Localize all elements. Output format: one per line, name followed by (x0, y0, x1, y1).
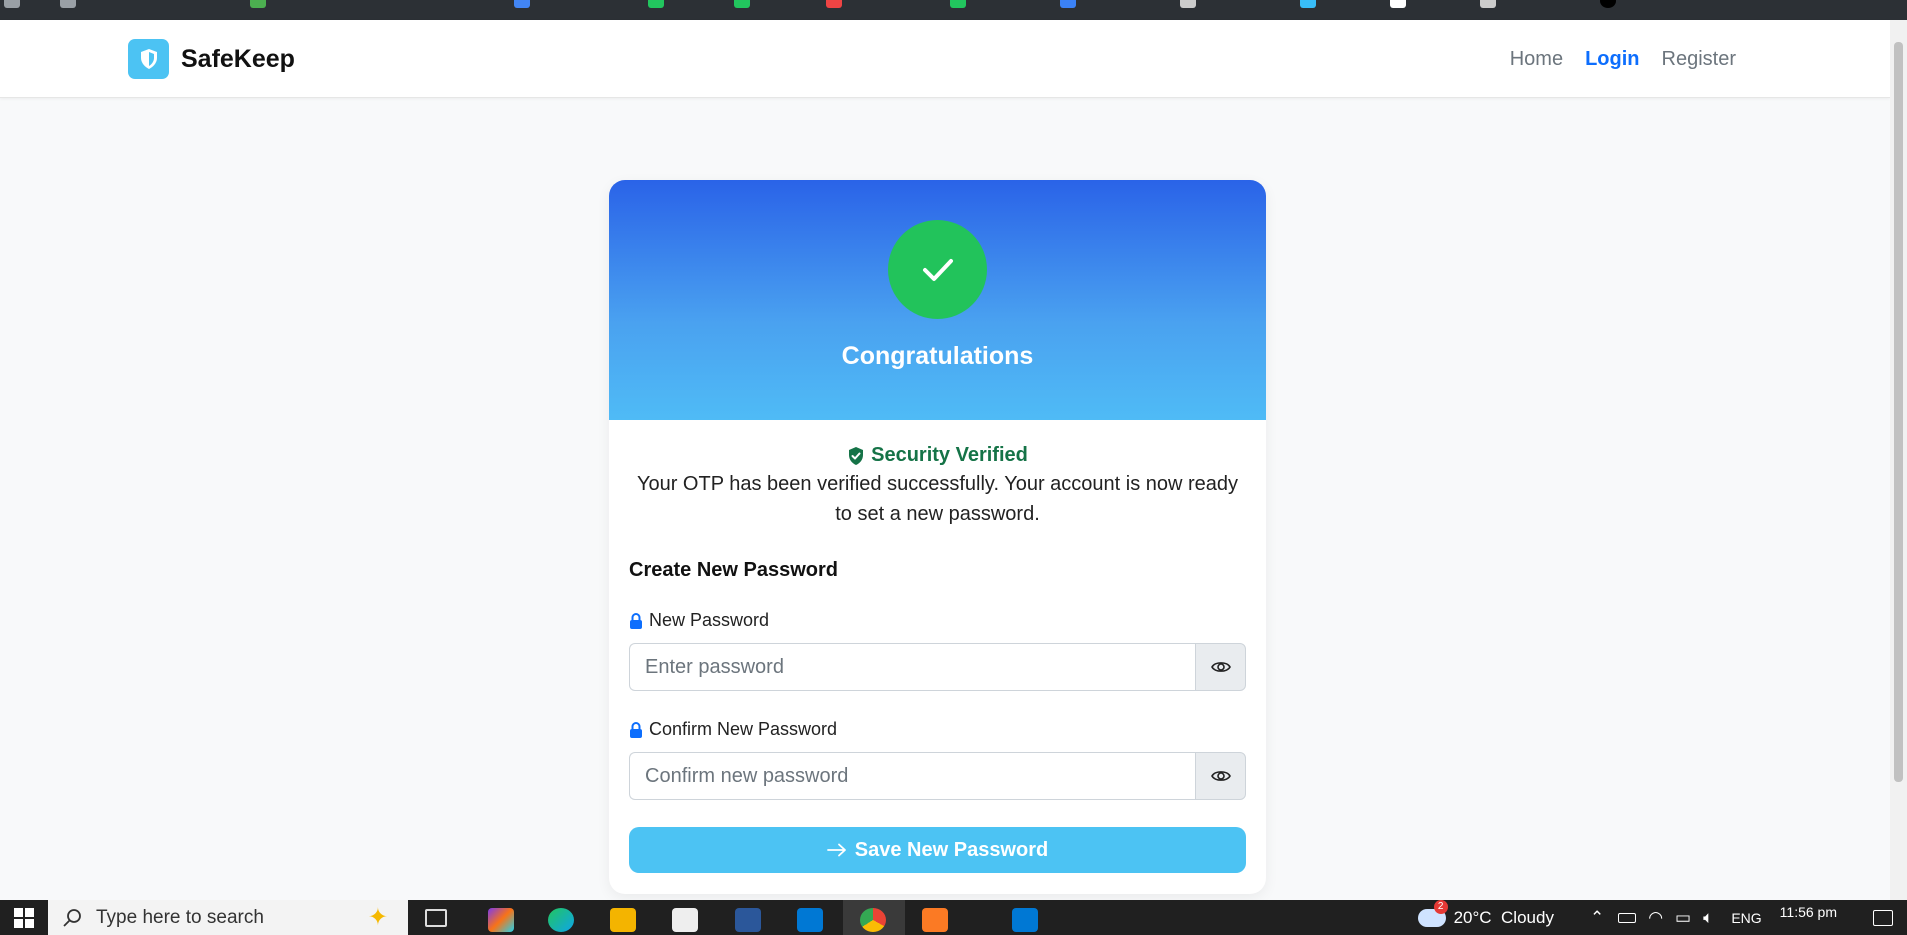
battery-icon[interactable] (1618, 912, 1637, 923)
copilot-icon[interactable] (488, 908, 514, 932)
nav-link-home[interactable]: Home (1510, 48, 1563, 71)
copilot-sparkle-icon: ✦ (367, 904, 388, 931)
bookmark-icon[interactable] (950, 0, 966, 8)
search-icon (63, 908, 81, 927)
confirm-password-label: Confirm New Password (629, 719, 1266, 740)
new-password-input[interactable]: Enter password (629, 643, 1195, 691)
card-header: Congratulations (609, 180, 1266, 420)
page-scrollbar[interactable] (1890, 20, 1907, 900)
edge-icon[interactable] (548, 908, 574, 932)
bookmark-icon[interactable] (826, 0, 842, 8)
vscode-icon[interactable] (1012, 908, 1038, 932)
toggle-visibility-button[interactable] (1195, 752, 1246, 800)
new-password-label: New Password (629, 610, 1266, 631)
clock[interactable]: 11:56 pm (1780, 904, 1837, 920)
verified-message: Your OTP has been verified successfully.… (636, 473, 1239, 525)
system-tray: 2 20°C Cloudy ⌃ ◠ ▭ 🔈︎ ENG 11:56 pm (1417, 899, 1907, 935)
bookmark-icon[interactable] (250, 0, 266, 8)
save-button-label: Save New Password (854, 838, 1049, 861)
new-password-label-text: New Password (649, 610, 770, 630)
section-title: Create New Password (629, 559, 838, 581)
bookmark-icon[interactable] (1480, 0, 1496, 8)
card-title: Congratulations (841, 342, 1034, 370)
task-view-icon[interactable] (425, 909, 447, 927)
brand[interactable]: SafeKeep (128, 39, 295, 79)
file-explorer-icon[interactable] (610, 908, 636, 932)
windows-icon (14, 907, 34, 928)
nav-links: Home Login Register (1510, 48, 1736, 71)
start-button[interactable] (0, 900, 48, 935)
bookmark-icon[interactable] (1300, 0, 1316, 8)
outlook-icon[interactable] (797, 908, 823, 932)
eye-icon (1210, 662, 1231, 672)
lock-icon (630, 721, 642, 738)
success-check-icon (888, 220, 987, 319)
nav-link-register[interactable]: Register (1662, 48, 1736, 71)
security-verified-heading: Security Verified (609, 444, 1266, 467)
confirm-password-label-text: Confirm New Password (649, 719, 838, 739)
eye-icon (1210, 771, 1231, 781)
bookmarks-bar (0, 0, 1907, 20)
save-password-button[interactable]: Save New Password (629, 827, 1246, 873)
wifi-icon[interactable]: ◠ (1648, 908, 1663, 928)
taskbar-search[interactable]: Type here to search ✦ (48, 900, 408, 935)
chrome-icon[interactable] (860, 908, 886, 932)
password-reset-card: Congratulations Security Verified Your O… (609, 180, 1266, 894)
bookmark-icon[interactable] (734, 0, 750, 8)
bookmark-icon[interactable] (1600, 0, 1616, 8)
arrow-right-icon (826, 843, 846, 857)
verified-label: Security Verified (871, 444, 1028, 466)
toggle-visibility-button[interactable] (1195, 643, 1246, 691)
scrollbar-thumb[interactable] (1894, 42, 1903, 782)
bookmark-icon[interactable] (60, 0, 76, 8)
xampp-icon[interactable] (922, 908, 948, 932)
bookmark-icon[interactable] (514, 0, 530, 8)
windows-taskbar: Type here to search ✦ 2 20°C Cloudy ⌃ ◠ … (0, 899, 1907, 935)
weather-cloud-icon[interactable]: 2 (1417, 899, 1448, 927)
bookmark-icon[interactable] (4, 0, 20, 8)
lock-icon (630, 612, 642, 629)
confirm-password-group: Confirm new password (629, 752, 1246, 800)
brand-name: SafeKeep (181, 44, 295, 73)
weather-text[interactable]: 20°C Cloudy (1454, 908, 1554, 928)
notifications-icon[interactable] (1873, 909, 1893, 926)
meet-now-icon[interactable]: ▭ (1675, 908, 1691, 928)
top-navbar: SafeKeep Home Login Register (0, 20, 1890, 98)
bookmark-icon[interactable] (1390, 0, 1406, 8)
weather-badge: 2 (1433, 899, 1448, 914)
chevron-up-icon[interactable]: ⌃ (1590, 908, 1604, 928)
bookmark-icon[interactable] (1060, 0, 1076, 8)
store-icon[interactable] (672, 908, 698, 932)
new-password-group: Enter password (629, 643, 1246, 691)
bookmark-icon[interactable] (1180, 0, 1196, 8)
confirm-password-input[interactable]: Confirm new password (629, 752, 1195, 800)
nav-link-login[interactable]: Login (1585, 48, 1639, 71)
bookmark-icon[interactable] (648, 0, 664, 8)
shield-check-icon (849, 446, 864, 465)
search-placeholder: Type here to search (96, 906, 264, 928)
volume-icon[interactable]: 🔈︎ (1703, 908, 1713, 928)
word-icon[interactable] (735, 908, 761, 932)
language-indicator[interactable]: ENG (1731, 910, 1761, 926)
shield-logo-icon (128, 39, 169, 79)
